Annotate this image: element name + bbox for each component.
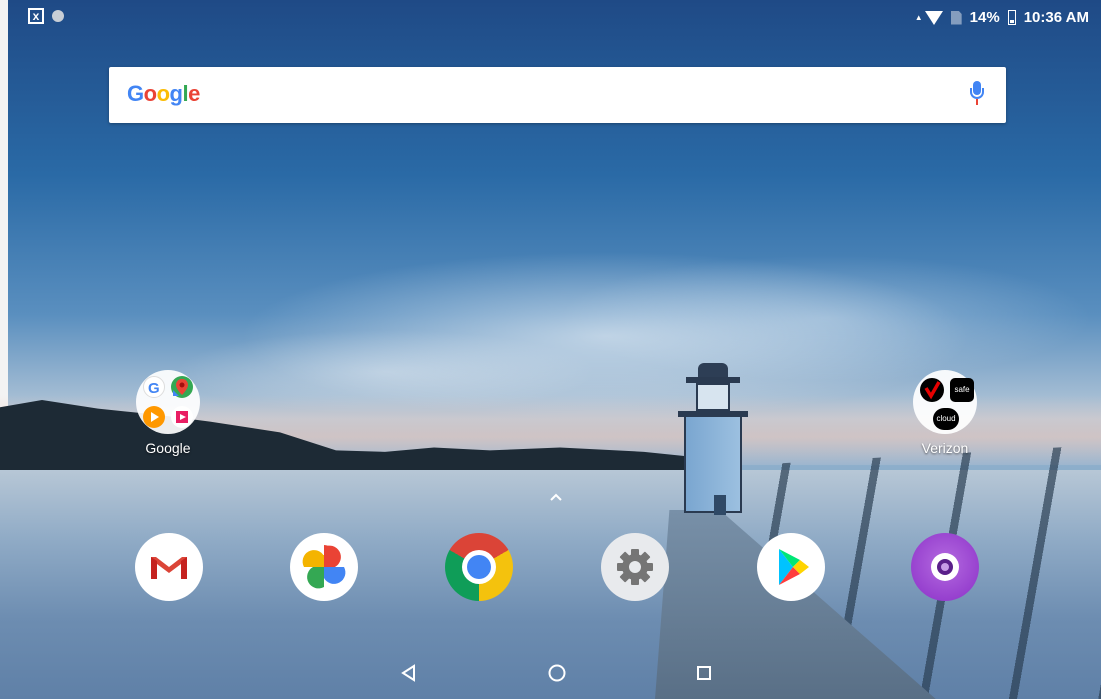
screenshot-notification-icon: x <box>28 8 44 24</box>
cloud-label: cloud <box>936 414 956 423</box>
maps-icon <box>171 376 193 398</box>
wifi-icon <box>924 10 943 25</box>
wifi-activity-icon: ▲ <box>914 13 923 22</box>
camera-icon[interactable] <box>911 533 979 601</box>
google-search-bar[interactable]: Google <box>109 67 1006 123</box>
folder-google[interactable]: G Google <box>133 370 203 456</box>
home-screen: x ▲ 14% 10:36 AM Google G Google safe cl… <box>0 0 1101 699</box>
svg-text:G: G <box>148 380 160 397</box>
navigation-bar <box>0 646 1101 699</box>
safe-label: safe <box>954 385 970 394</box>
microphone-icon[interactable] <box>970 81 984 109</box>
back-icon[interactable] <box>398 662 420 684</box>
battery-percentage: 14% <box>969 9 1000 26</box>
folder-label: Google <box>145 440 191 456</box>
clock: 10:36 AM <box>1023 9 1089 26</box>
status-bar[interactable]: x ▲ 14% 10:36 AM <box>0 0 1101 38</box>
gmail-icon[interactable] <box>135 533 203 601</box>
settings-gear-icon[interactable] <box>601 533 669 601</box>
battery-icon <box>1007 10 1016 25</box>
google-photos-icon[interactable] <box>290 533 358 601</box>
play-movies-icon <box>171 406 193 428</box>
circle-notification-icon <box>52 10 64 22</box>
google-logo: Google <box>127 81 200 106</box>
chrome-icon[interactable] <box>445 533 513 601</box>
play-store-icon[interactable] <box>757 533 825 601</box>
recents-icon[interactable] <box>693 662 715 684</box>
folder-google-icon[interactable]: G <box>136 370 200 434</box>
verizon-app-icon <box>920 378 944 402</box>
safe-app-icon: safe <box>950 378 974 402</box>
folder-verizon-icon[interactable]: safe cloud <box>913 370 977 434</box>
app-drawer-handle-icon[interactable] <box>549 489 563 507</box>
folder-label: Verizon <box>921 440 969 456</box>
wallpaper-lighthouse <box>678 363 748 515</box>
folder-verizon[interactable]: safe cloud Verizon <box>910 370 980 456</box>
cloud-app-icon: cloud <box>933 408 959 430</box>
play-music-icon <box>143 406 165 428</box>
no-sim-icon <box>950 10 962 25</box>
google-app-icon: G <box>143 376 165 398</box>
home-icon[interactable] <box>546 662 568 684</box>
